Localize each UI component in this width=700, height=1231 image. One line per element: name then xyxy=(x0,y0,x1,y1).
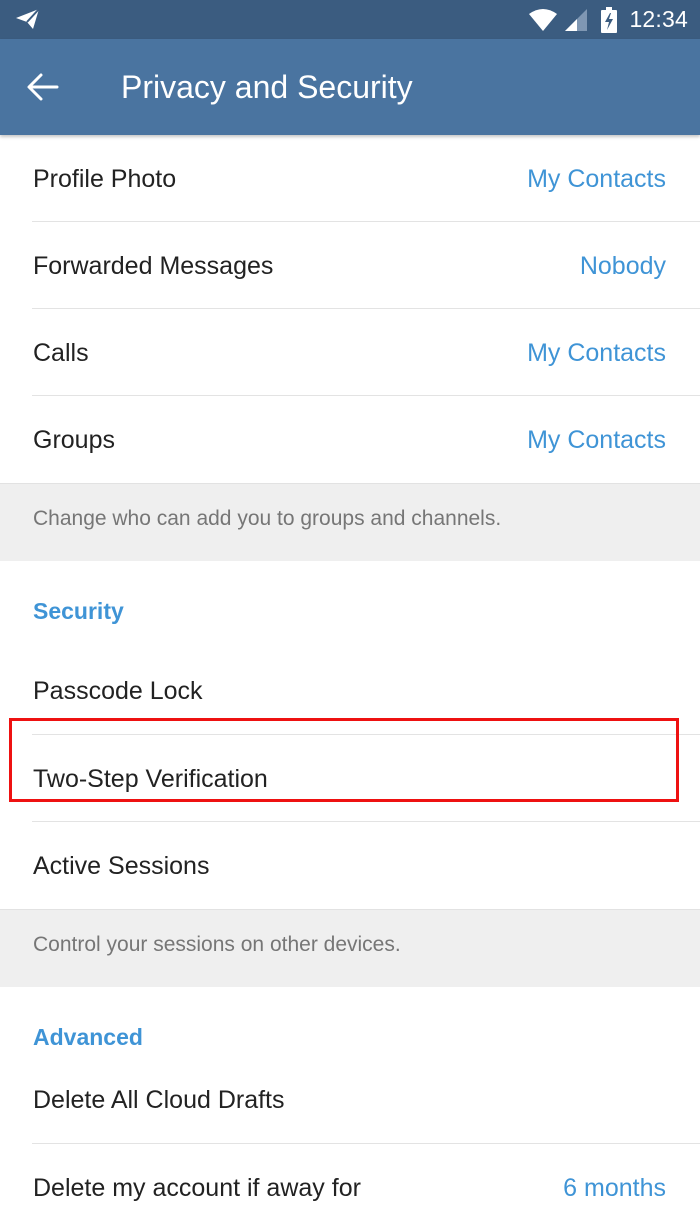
row-value: My Contacts xyxy=(527,339,666,367)
row-value: 6 months xyxy=(563,1174,666,1202)
security-row-two-step-verification[interactable]: Two-Step Verification xyxy=(0,735,700,822)
row-label: Groups xyxy=(33,426,115,454)
row-value: My Contacts xyxy=(527,426,666,454)
hint-text: Change who can add you to groups and cha… xyxy=(33,507,502,530)
section-header-advanced: Advanced xyxy=(0,987,700,1077)
status-icons: 12:34 xyxy=(529,0,688,39)
app-bar: Privacy and Security xyxy=(0,39,700,135)
row-label: Two-Step Verification xyxy=(33,765,268,793)
row-value: Nobody xyxy=(579,252,666,280)
page-title: Privacy and Security xyxy=(121,69,413,105)
row-label: Forwarded Messages xyxy=(33,252,274,280)
section-header-security: Security xyxy=(0,561,700,651)
battery-charging-icon xyxy=(601,6,618,33)
section-title: Security xyxy=(33,598,124,624)
row-label: Calls xyxy=(33,339,89,367)
advanced-row-delete-account[interactable]: Delete my account if away for 6 months xyxy=(0,1144,700,1231)
privacy-row-groups[interactable]: Groups My Contacts xyxy=(0,396,700,483)
privacy-row-profile-photo[interactable]: Profile Photo My Contacts xyxy=(0,135,700,222)
status-time: 12:34 xyxy=(629,6,688,32)
advanced-row-delete-cloud-drafts[interactable]: Delete All Cloud Drafts xyxy=(0,1077,700,1144)
row-value: My Contacts xyxy=(527,165,666,193)
security-row-passcode-lock[interactable]: Passcode Lock xyxy=(0,651,700,735)
cell-signal-icon xyxy=(565,8,588,31)
wifi-icon xyxy=(529,8,558,31)
telegram-icon xyxy=(16,8,40,29)
row-label: Passcode Lock xyxy=(33,677,203,705)
settings-list: Profile Photo My Contacts Forwarded Mess… xyxy=(0,135,700,1231)
row-label: Active Sessions xyxy=(33,852,210,880)
section-title: Advanced xyxy=(33,1024,143,1050)
row-label: Profile Photo xyxy=(33,165,177,193)
row-label: Delete All Cloud Drafts xyxy=(33,1086,285,1114)
privacy-hint: Change who can add you to groups and cha… xyxy=(0,483,700,561)
privacy-row-forwarded-messages[interactable]: Forwarded Messages Nobody xyxy=(0,222,700,309)
arrow-left-icon[interactable] xyxy=(26,71,60,103)
hint-text: Control your sessions on other devices. xyxy=(33,933,401,956)
security-hint: Control your sessions on other devices. xyxy=(0,909,700,987)
security-row-active-sessions[interactable]: Active Sessions xyxy=(0,822,700,909)
status-bar: 12:34 xyxy=(0,0,700,39)
row-label: Delete my account if away for xyxy=(33,1174,361,1202)
privacy-row-calls[interactable]: Calls My Contacts xyxy=(0,309,700,396)
